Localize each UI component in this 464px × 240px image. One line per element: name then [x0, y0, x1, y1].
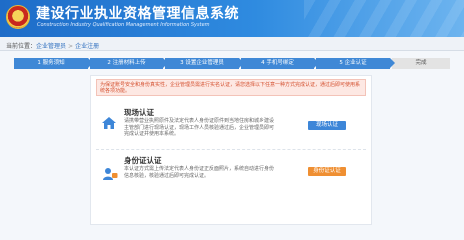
breadcrumb-level2[interactable]: 企业注册 — [75, 43, 99, 50]
step-5-label: 5 企业认证 — [339, 60, 367, 66]
step-3-label: 3 设置企业管理员 — [180, 60, 224, 66]
id-card-verify-button[interactable]: 身份证认证 — [308, 167, 346, 176]
house-icon — [102, 117, 116, 129]
breadcrumb-level1[interactable]: 企业管理员 — [36, 43, 66, 50]
app-title: 建设行业执业资格管理信息系统 — [36, 6, 239, 22]
progress-steps: 1 服务须知 2 注册材料上传 3 设置企业管理员 4 手机号绑定 5 企业认证… — [14, 58, 450, 69]
onsite-verification-card: 现场认证 请携带营业执照原件及法定代表人身份证原件到当地住房和城乡建设主管部门进… — [96, 100, 366, 145]
user-id-icon — [103, 168, 118, 180]
step-1: 1 服务须知 — [14, 58, 93, 69]
app-header: 建设行业执业资格管理信息系统 Construction Industry Qua… — [0, 0, 464, 37]
step-3: 3 设置企业管理员 — [165, 58, 244, 69]
breadcrumb-prefix: 当前位置： — [6, 43, 37, 50]
onsite-verify-button[interactable]: 现场认证 — [308, 121, 346, 130]
breadcrumb-separator: > — [68, 43, 74, 50]
step-6-label: 完成 — [415, 60, 427, 66]
breadcrumb: 当前位置：企业管理员 > 企业注册 — [6, 41, 99, 50]
id-card-title: 身份证认证 — [124, 156, 162, 165]
warning-notice: 为保证账号安全和身份真实性，企业管理员需进行实名认证，请您选择以下任意一种方式完… — [96, 79, 366, 96]
step-5: 5 企业认证 — [316, 58, 395, 69]
app-subtitle: Construction Industry Qualification Mana… — [37, 22, 210, 28]
step-4: 4 手机号绑定 — [241, 58, 319, 69]
id-card-verification-card: 身份证认证 本认证方式需上传法定代表人身份证正反面照片，系统自动进行身份信息核验… — [96, 149, 366, 192]
step-2: 2 注册材料上传 — [90, 58, 168, 69]
national-emblem-icon — [6, 5, 30, 29]
onsite-description: 请携带营业执照原件及法定代表人身份证原件到当地住房和城乡建设主管部门进行现场认证… — [124, 118, 275, 137]
onsite-title: 现场认证 — [124, 108, 154, 117]
step-2-label: 2 注册材料上传 — [107, 60, 146, 66]
id-card-description: 本认证方式需上传法定代表人身份证正反面照片，系统自动进行身份信息核验，核验通过后… — [124, 166, 275, 179]
step-6: 完成 — [392, 58, 450, 69]
step-1-label: 1 服务须知 — [37, 60, 65, 66]
header-decoration — [304, 0, 464, 37]
step-4-label: 4 手机号绑定 — [261, 60, 294, 66]
